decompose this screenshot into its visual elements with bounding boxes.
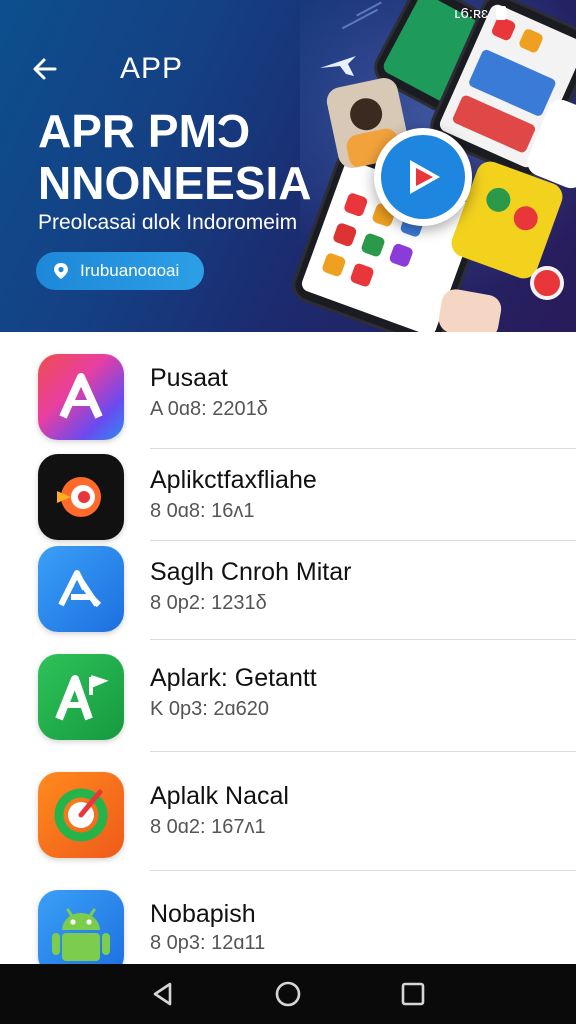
app-meta: A 0ɑ8: 2201δ [150,398,268,420]
hero-title: APR PMƆ NNONEESIA [38,105,328,209]
nav-home-button[interactable] [268,974,308,1014]
circle-home-icon [275,981,301,1007]
gradient-a-icon [38,354,124,440]
status-bar: ʟ6:ʀɛ [0,0,576,26]
square-recents-icon [402,982,425,1006]
system-nav-bar [0,964,576,1024]
location-pin-icon [54,263,68,279]
hero-chip-label: Irubuanoɑoai [80,261,180,280]
divider [150,540,576,541]
app-list: Pusaat A 0ɑ8: 2201δ Aplikctfaxfliahe 8 0… [0,332,576,964]
divider [150,448,576,449]
blue-a-icon [38,546,124,632]
app-meta: 8 0ɑ2: 167ʌ1 [150,816,266,838]
nav-recents-button[interactable] [393,974,433,1014]
red-target-icon [38,454,124,540]
play-icon [381,135,465,219]
app-name: Aplikctfaxfliahe [150,466,317,494]
list-item[interactable]: Aplalk Nacal 8 0ɑ2: 167ʌ1 [0,772,576,872]
list-item[interactable]: Aplikctfaxfliahe 8 0ɑ8: 16ʌ1 [0,454,576,554]
airplane-icon [320,56,356,76]
app-meta: K 0p3: 2ɑ620 [150,698,269,720]
app-meta: 8 0ɑ8: 16ʌ1 [150,500,255,522]
play-button[interactable] [374,128,472,226]
app-name: Saglh Cnroh Mitar [150,558,352,586]
list-item[interactable]: Pusaat A 0ɑ8: 2201δ [0,354,576,454]
list-item[interactable]: Saglh Cnroh Mitar 8 0p2: 1231δ [0,546,576,646]
list-item[interactable]: Aplark: Getantt K 0p3: 2ɑ620 [0,654,576,754]
app-name: Pusaat [150,364,228,392]
divider [150,870,576,871]
app-name: Aplalk Nacal [150,782,289,810]
decor-badge [530,266,564,300]
app-name: Aplark: Getantt [150,664,317,692]
app-name: Nobapish [150,900,256,928]
green-a-flag-icon [38,654,124,740]
android-icon [38,890,124,964]
app-meta: 8 0p3: 12ɑ11 [150,932,266,954]
hero-subtitle: Preolcasai ɑlok Indoromeim [38,211,298,234]
hero-title-line2: NNONEESIA [38,157,312,209]
page-title: APP [120,52,184,85]
battery-icon [496,6,506,20]
hero-chip-button[interactable]: Irubuanoɑoai [36,252,204,290]
orange-ring-icon [38,772,124,858]
app-meta: 8 0p2: 1231δ [150,592,267,614]
divider [150,751,576,752]
back-button[interactable] [28,52,62,86]
nav-back-button[interactable] [143,974,183,1014]
status-time: ʟ6:ʀɛ [454,4,488,22]
triangle-back-icon [153,982,171,1006]
back-arrow-icon [33,58,57,80]
divider [150,639,576,640]
list-item[interactable]: Nobapish 8 0p3: 12ɑ11 [0,890,576,964]
hero-banner: ʟ6:ʀɛ APP APR PMƆ NNONEESIA Preolcasai ɑ… [0,0,576,332]
hero-title-line1: APR PMƆ [38,105,251,157]
